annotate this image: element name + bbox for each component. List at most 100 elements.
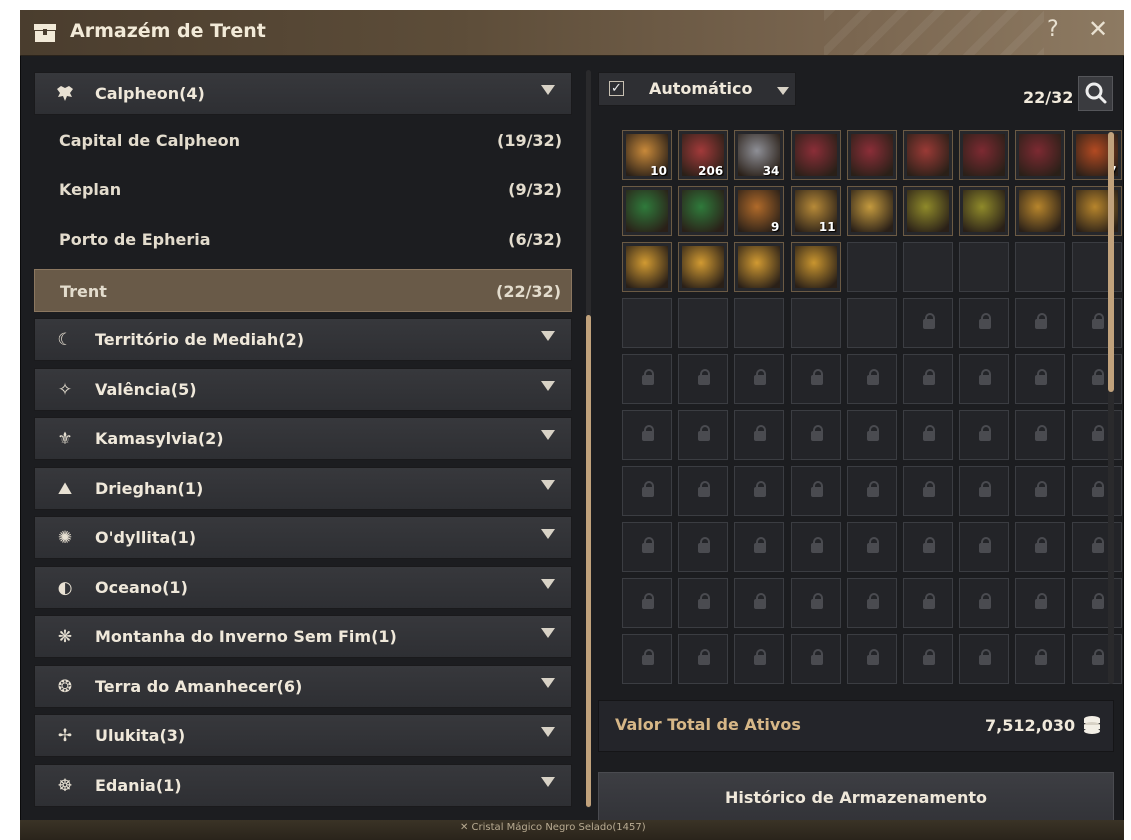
locked-slot: [959, 522, 1010, 572]
empty-slot[interactable]: [1015, 242, 1066, 292]
gold-wing-item[interactable]: [734, 242, 785, 292]
silver-feather-item[interactable]: 34: [734, 130, 785, 180]
auto-sort-checkbox[interactable]: ✓: [609, 81, 624, 96]
chevron-down-icon[interactable]: [777, 87, 789, 95]
gold-horn-item[interactable]: 11: [790, 186, 841, 236]
chevron-down-icon[interactable]: [541, 331, 555, 341]
gold-key-item[interactable]: [1015, 186, 1066, 236]
empty-slot[interactable]: [1071, 242, 1122, 292]
region-list-scrollbar[interactable]: [586, 70, 591, 808]
map-scroll-item[interactable]: 10: [622, 130, 672, 180]
gold-bell-item[interactable]: [903, 186, 953, 236]
region-mediah[interactable]: ☾ Território de Mediah(2): [34, 318, 572, 361]
slot-count: 22/32: [1023, 88, 1074, 107]
green-scale-item[interactable]: [678, 186, 729, 236]
gold-scroll-item[interactable]: [846, 186, 897, 236]
region-label: Ulukita(3): [95, 726, 186, 745]
region-drieghan[interactable]: ⛰ Drieghan(1): [34, 467, 572, 510]
lock-icon: [810, 593, 823, 609]
locked-slot: [903, 410, 953, 460]
scrollbar-thumb[interactable]: [586, 315, 591, 807]
coin-stack-icon: [1084, 716, 1100, 734]
green-scale-item[interactable]: [622, 186, 672, 236]
empty-slot[interactable]: [846, 298, 897, 348]
empty-slot[interactable]: [959, 242, 1010, 292]
empty-slot[interactable]: [790, 298, 841, 348]
title-bar[interactable]: Armazém de Trent ? ✕: [20, 10, 1124, 56]
gold-wing-item[interactable]: [678, 242, 729, 292]
red-arrow-item[interactable]: [846, 130, 897, 180]
region-montanha-do-inverno[interactable]: ❋ Montanha do Inverno Sem Fim(1): [34, 615, 572, 658]
lock-icon: [979, 593, 992, 609]
chevron-down-icon[interactable]: [541, 678, 555, 688]
region-label: Terra do Amanhecer(6): [95, 677, 303, 696]
gold-key-item[interactable]: [1071, 186, 1122, 236]
region-kamasylvia[interactable]: ⚜ Kamasylvia(2): [34, 417, 572, 460]
chevron-down-icon[interactable]: [541, 579, 555, 589]
gold-shard-item[interactable]: [790, 242, 841, 292]
chevron-down-icon[interactable]: [541, 727, 555, 737]
town-item-porto-de-epheria[interactable]: Porto de Epheria (6/32): [34, 218, 572, 261]
red-arrow-item[interactable]: [790, 130, 841, 180]
lock-icon: [1035, 425, 1048, 441]
search-button[interactable]: [1078, 76, 1113, 111]
lock-icon: [642, 593, 654, 609]
total-assets-box: Valor Total de Ativos 7,512,030: [598, 700, 1114, 752]
lock-icon: [698, 537, 711, 553]
help-button[interactable]: ?: [1047, 17, 1059, 42]
town-label: Keplan: [59, 180, 122, 199]
red-blade-item[interactable]: [959, 130, 1010, 180]
scrollbar-thumb[interactable]: [1108, 132, 1114, 392]
region-valencia[interactable]: ✧ Valência(5): [34, 368, 572, 411]
region-calpheon[interactable]: Calpheon(4): [34, 72, 572, 115]
fire-essence-item[interactable]: 7: [1071, 130, 1122, 180]
locked-slot: [959, 578, 1010, 628]
empty-slot[interactable]: [622, 298, 672, 348]
chevron-down-icon[interactable]: [541, 480, 555, 490]
lock-icon: [1035, 649, 1048, 665]
chevron-down-icon[interactable]: [541, 777, 555, 787]
town-item-trent[interactable]: Trent (22/32): [34, 269, 572, 312]
bronze-medal-item[interactable]: 9: [734, 186, 785, 236]
town-item-capital-de-calpheon[interactable]: Capital de Calpheon (19/32): [34, 119, 572, 162]
region-edania[interactable]: ☸ Edania(1): [34, 764, 572, 807]
locked-slot: [790, 634, 841, 684]
red-feather-item[interactable]: 206: [678, 130, 729, 180]
chevron-down-icon[interactable]: [541, 430, 555, 440]
gold-bell-item[interactable]: [959, 186, 1010, 236]
locked-slot: [1071, 466, 1122, 516]
locked-slot: [678, 354, 729, 404]
ocean-wave-icon: ◐: [57, 578, 73, 598]
chevron-down-icon[interactable]: [541, 381, 555, 391]
region-label: Valência(5): [95, 380, 197, 399]
item-grid-scrollbar[interactable]: [1108, 132, 1114, 684]
empty-slot[interactable]: [846, 242, 897, 292]
locked-slot: [1015, 466, 1066, 516]
lock-icon: [642, 649, 654, 665]
locked-slot: [1071, 354, 1122, 404]
gold-wing-item[interactable]: [622, 242, 672, 292]
empty-slot[interactable]: [734, 298, 785, 348]
lock-icon: [754, 369, 767, 385]
close-button[interactable]: ✕: [1088, 15, 1108, 43]
red-helm-item[interactable]: [903, 130, 953, 180]
storage-history-button[interactable]: Histórico de Armazenamento: [598, 772, 1114, 824]
locked-slot: [622, 354, 672, 404]
region-odyllita[interactable]: ✺ O'dyllita(1): [34, 516, 572, 559]
empty-slot[interactable]: [903, 242, 953, 292]
chevron-down-icon[interactable]: [541, 628, 555, 638]
chevron-down-icon[interactable]: [541, 85, 555, 95]
auto-sort-dropdown[interactable]: ✓ Automático: [598, 72, 796, 106]
empty-slot[interactable]: [678, 298, 729, 348]
locked-slot: [790, 410, 841, 460]
region-ulukita[interactable]: ✢ Ulukita(3): [34, 714, 572, 757]
locked-slot: [678, 578, 729, 628]
lock-icon: [979, 481, 992, 497]
chevron-down-icon[interactable]: [541, 529, 555, 539]
region-oceano[interactable]: ◐ Oceano(1): [34, 566, 572, 609]
region-terra-do-amanhecer[interactable]: ❂ Terra do Amanhecer(6): [34, 665, 572, 708]
red-blade-item[interactable]: [1015, 130, 1066, 180]
lock-icon: [979, 313, 992, 329]
town-item-keplan[interactable]: Keplan (9/32): [34, 168, 572, 211]
lock-icon: [642, 481, 654, 497]
